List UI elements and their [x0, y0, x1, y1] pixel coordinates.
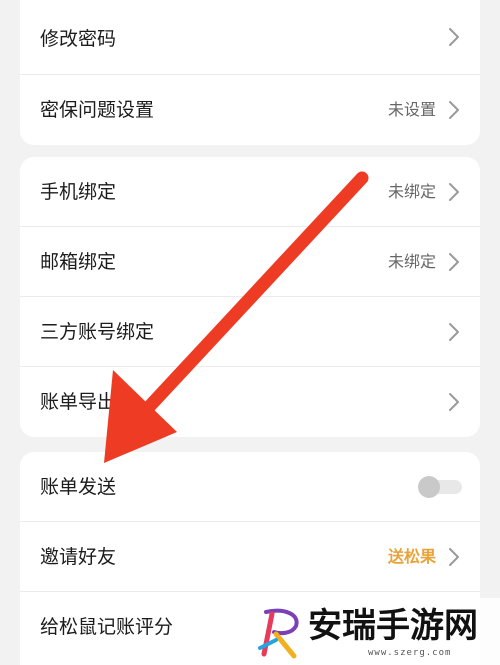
settings-group-binding: 手机绑定 未绑定 邮箱绑定 未绑定 三方账号绑定 账单导出 [20, 157, 480, 437]
row-security-question[interactable]: 密保问题设置 未设置 [20, 75, 480, 145]
row-value: 未设置 [387, 100, 436, 119]
row-label: 给松鼠记账评分 [40, 616, 174, 638]
row-phone-binding[interactable]: 手机绑定 未绑定 [20, 157, 480, 227]
settings-group-security: 修改密码 密保问题设置 未设置 [20, 0, 480, 145]
chevron-right-icon [446, 181, 462, 203]
row-bill-export[interactable]: 账单导出 [20, 367, 480, 437]
row-label: 密保问题设置 [40, 99, 155, 121]
reward-badge: 送松果 [387, 547, 436, 566]
row-label: 账单导出 [40, 391, 117, 413]
settings-page: 修改密码 密保问题设置 未设置 手机绑定 未绑定 邮箱绑定 未绑定 三方账号绑定… [0, 0, 500, 665]
row-invite-friends[interactable]: 邀请好友 送松果 [20, 522, 480, 592]
chevron-right-icon [446, 99, 462, 121]
chevron-right-icon [446, 251, 462, 273]
chevron-right-icon [446, 391, 462, 413]
bill-send-toggle[interactable] [418, 476, 462, 498]
row-change-password[interactable]: 修改密码 [20, 0, 480, 75]
row-value: 未绑定 [387, 252, 436, 271]
row-bill-send: 账单发送 [20, 452, 480, 522]
watermark: 安瑞手游网 www.szerg.com [248, 598, 500, 665]
watermark-logo-icon [258, 608, 299, 659]
chevron-right-icon [446, 26, 462, 48]
row-email-binding[interactable]: 邮箱绑定 未绑定 [20, 227, 480, 297]
chevron-right-icon [446, 321, 462, 343]
chevron-right-icon [446, 546, 462, 568]
row-value: 未绑定 [387, 182, 436, 201]
watermark-text: 安瑞手游网 [308, 606, 478, 646]
row-label: 邮箱绑定 [40, 251, 117, 273]
row-label: 手机绑定 [40, 181, 117, 203]
watermark-url: www.szerg.com [368, 648, 452, 658]
row-label: 邀请好友 [40, 546, 117, 568]
row-label: 三方账号绑定 [40, 321, 155, 343]
toggle-knob [418, 476, 440, 498]
row-third-party-binding[interactable]: 三方账号绑定 [20, 297, 480, 367]
row-label: 账单发送 [40, 476, 117, 498]
row-label: 修改密码 [40, 28, 117, 50]
